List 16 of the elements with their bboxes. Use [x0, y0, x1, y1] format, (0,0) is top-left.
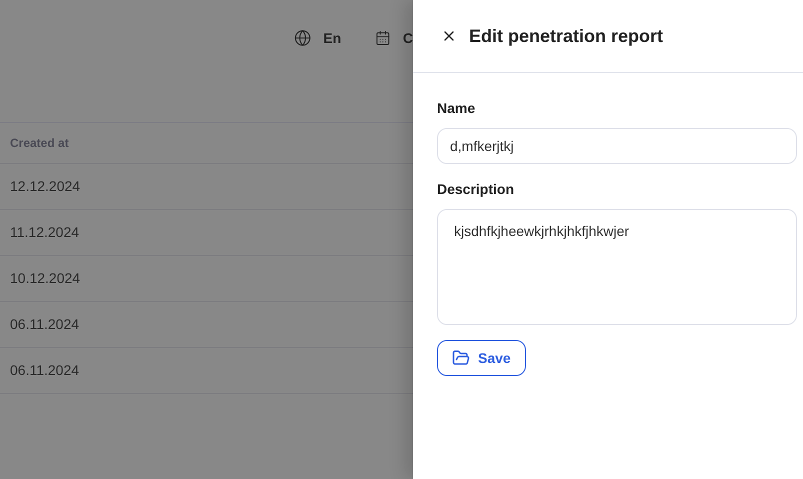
- table-cell-text: 12.12.2024: [10, 177, 80, 196]
- field-label: Description: [437, 180, 516, 199]
- language-label[interactable]: En: [323, 28, 342, 48]
- panel-title: Edit penetration report: [469, 24, 664, 48]
- table-cell-text: 10.12.2024: [10, 269, 80, 288]
- calendar-label[interactable]: C: [402, 28, 413, 48]
- description-field[interactable]: kjsdhfkjheewkjrhkjhkfjhkwjer: [437, 209, 797, 325]
- table-cell-text: 11.12.2024: [10, 223, 80, 242]
- save-button[interactable]: Save: [437, 340, 526, 376]
- folder-icon: [452, 349, 470, 367]
- table-cell-text: 06.11.2024: [10, 315, 80, 334]
- table-cell-text: 06.11.2024: [10, 361, 80, 380]
- field-label: Name: [437, 99, 476, 118]
- name-field[interactable]: d,mfkerjtkj: [437, 128, 797, 164]
- column-header: Created at: [10, 135, 69, 152]
- calendar-icon[interactable]: [375, 28, 391, 48]
